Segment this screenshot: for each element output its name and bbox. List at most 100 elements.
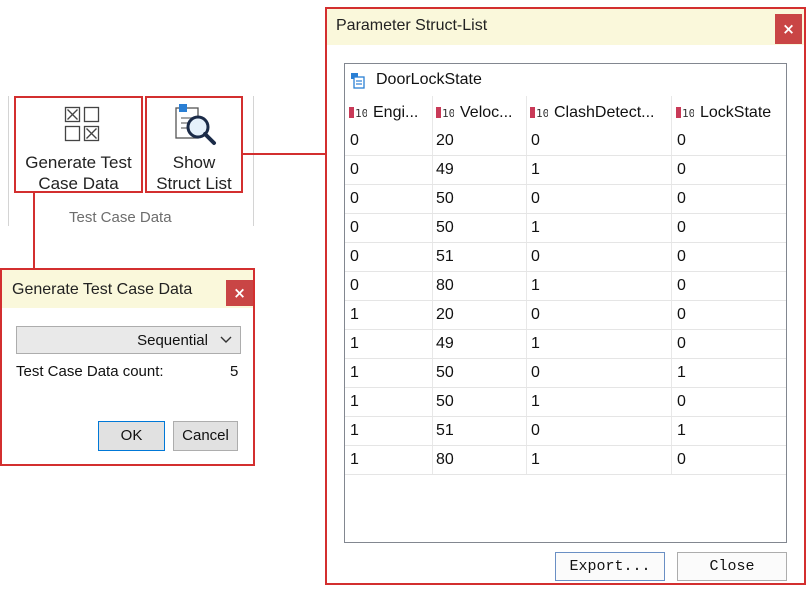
table-cell: 0 [531,248,540,265]
column-header-lockstate[interactable]: 10 LockState [676,104,786,122]
table-row[interactable]: 0 51 0 0 [345,242,786,272]
table-cell: 1 [531,219,540,236]
ribbon-group-label: Test Case Data [69,209,172,226]
table-cell: 1 [350,364,359,381]
generation-mode-select[interactable]: Sequential [16,326,241,354]
table-cell: 0 [677,132,686,149]
generate-test-case-data-button[interactable]: Generate Test Case Data [14,96,143,193]
count-label: Test Case Data count: [16,363,164,380]
table-cell: 0 [350,132,359,149]
table-cell: 0 [350,161,359,178]
column-header-label: Veloc... [460,104,513,121]
show-button-label-line2: Struct List [156,174,232,193]
cancel-button[interactable]: Cancel [173,421,238,451]
struct-list-grid[interactable]: DoorLockState 10 Engi... 10 Veloc... 10 [344,63,787,543]
checkbox-grid-icon [64,106,100,142]
table-cell: 0 [531,190,540,207]
table-cell: 1 [350,335,359,352]
struct-name: DoorLockState [376,71,482,88]
table-cell: 0 [677,335,686,352]
table-cell: 50 [436,364,454,381]
generate-test-case-data-dialog: Generate Test Case Data × Sequential Tes… [0,268,255,466]
table-cell: 80 [436,451,454,468]
parameter-icon: 10 [676,107,695,120]
table-cell: 0 [350,219,359,236]
table-cell: 0 [677,451,686,468]
show-struct-list-button[interactable]: Show Struct List [145,96,243,193]
table-cell: 1 [350,422,359,439]
chevron-down-icon [220,336,232,343]
struct-icon [351,73,365,89]
svg-text:10: 10 [536,107,548,119]
table-cell: 20 [436,306,454,323]
export-button[interactable]: Export... [555,552,665,581]
table-cell: 1 [677,364,686,381]
table-cell: 1 [531,451,540,468]
table-cell: 49 [436,161,454,178]
table-row[interactable]: 1 50 0 1 [345,358,786,388]
table-cell: 1 [677,422,686,439]
svg-text:10: 10 [355,107,367,119]
table-cell: 0 [350,190,359,207]
table-cell: 51 [436,422,454,439]
column-header-velocity[interactable]: 10 Veloc... [436,104,528,122]
table-cell: 0 [531,422,540,439]
column-header-label: LockState [700,104,772,121]
table-cell: 1 [531,161,540,178]
table-row[interactable]: 0 50 1 0 [345,213,786,243]
struct-dialog-title: Parameter Struct-List [336,17,488,34]
connector-line-show [243,153,327,155]
table-cell: 1 [531,335,540,352]
grid-header-row: 10 Engi... 10 Veloc... 10 ClashDetect...… [345,96,786,126]
table-cell: 50 [436,219,454,236]
parameter-icon: 10 [349,107,368,120]
table-row[interactable]: 1 50 1 0 [345,387,786,417]
column-header-clashdetect[interactable]: 10 ClashDetect... [530,104,673,122]
table-cell: 0 [677,306,686,323]
column-header-label: ClashDetect... [554,104,655,121]
generate-button-label-line2: Case Data [38,174,119,193]
show-button-label-line1: Show [172,153,216,172]
table-row[interactable]: 1 80 1 0 [345,445,786,475]
parameter-icon: 10 [530,107,549,120]
generate-dialog-close-button[interactable]: × [226,280,253,306]
struct-dialog-close-button[interactable]: × [775,14,802,44]
table-row[interactable]: 0 20 0 0 [345,126,786,156]
table-cell: 0 [677,277,686,294]
parameter-icon: 10 [436,107,455,120]
table-cell: 80 [436,277,454,294]
table-cell: 0 [677,248,686,265]
column-header-label: Engi... [373,104,419,121]
ok-button[interactable]: OK [98,421,165,451]
count-value[interactable]: 5 [230,363,238,380]
generate-button-label-line1: Generate Test [25,153,132,172]
table-cell: 20 [436,132,454,149]
table-row[interactable]: 1 49 1 0 [345,329,786,359]
table-cell: 1 [531,277,540,294]
table-row[interactable]: 0 80 1 0 [345,271,786,301]
table-cell: 1 [350,306,359,323]
close-icon: × [782,20,795,38]
table-row[interactable]: 1 20 0 0 [345,300,786,330]
svg-text:10: 10 [682,107,694,119]
table-row[interactable]: 1 51 0 1 [345,416,786,446]
table-cell: 0 [677,393,686,410]
generate-dialog-title: Generate Test Case Data [12,281,193,298]
table-cell: 0 [531,306,540,323]
table-cell: 0 [531,364,540,381]
svg-text:10: 10 [442,107,454,119]
column-header-engine[interactable]: 10 Engi... [349,104,431,122]
parameter-struct-list-dialog: Parameter Struct-List × DoorLockState 10… [325,7,806,585]
close-button[interactable]: Close [677,552,787,581]
struct-list-search-icon [175,104,216,145]
table-cell: 1 [531,393,540,410]
struct-dialog-title-bar: Parameter Struct-List [327,9,804,45]
table-cell: 50 [436,393,454,410]
table-cell: 50 [436,190,454,207]
ribbon-separator-right [253,96,254,226]
table-cell: 0 [677,219,686,236]
close-icon: × [233,284,246,302]
table-row[interactable]: 0 50 0 0 [345,184,786,214]
table-row[interactable]: 0 49 1 0 [345,155,786,185]
table-cell: 49 [436,335,454,352]
